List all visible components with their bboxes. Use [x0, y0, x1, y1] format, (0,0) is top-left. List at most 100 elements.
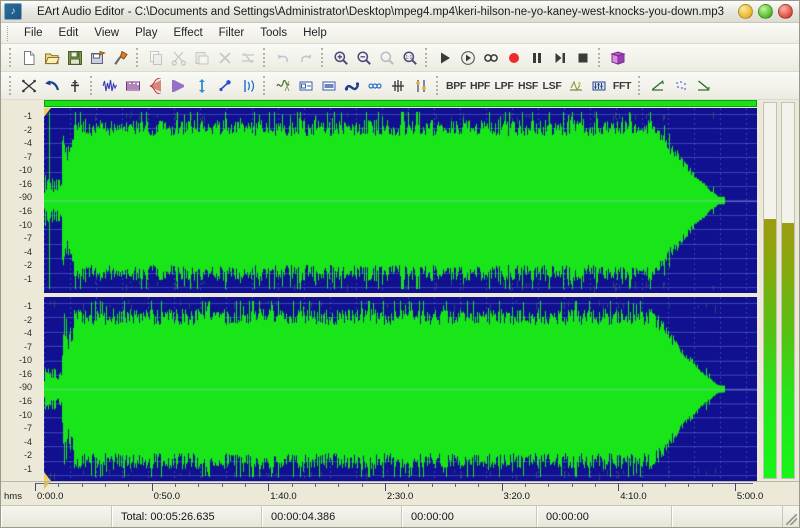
fade-out-icon[interactable]	[167, 74, 190, 97]
resize-grip-icon[interactable]	[783, 506, 799, 527]
menu-filter[interactable]: Filter	[211, 25, 253, 41]
fade-in-icon[interactable]	[144, 74, 167, 97]
flanger-icon[interactable]	[340, 74, 363, 97]
delete-x-icon[interactable]	[213, 46, 236, 69]
dither-icon[interactable]	[669, 74, 692, 97]
loop-infinity-icon[interactable]	[479, 46, 502, 69]
envelope-down-icon[interactable]	[692, 74, 715, 97]
time-ruler[interactable]: hms 0:00.0 0:50.0 1:40.0 2:30.0 3:20.0 4:10.0…	[1, 481, 799, 505]
zoom-full-icon[interactable]: 1:1	[398, 46, 421, 69]
waveform-right[interactable]	[44, 296, 757, 481]
menu-edit[interactable]: Edit	[51, 25, 87, 41]
db-tick-label: -90	[18, 192, 32, 203]
menu-effect[interactable]: Effect	[165, 25, 210, 41]
copy-icon[interactable]	[144, 46, 167, 69]
menu-view[interactable]: View	[86, 25, 127, 41]
play-icon[interactable]	[433, 46, 456, 69]
effects-toolbar-grip[interactable]	[9, 76, 13, 95]
zoom-selection-icon[interactable]	[375, 46, 398, 69]
chorus-icon[interactable]	[363, 74, 386, 97]
toolbar-grip[interactable]	[9, 48, 13, 67]
time-ruler-cursor[interactable]	[44, 482, 50, 489]
tools-hammer-icon[interactable]	[109, 46, 132, 69]
status-message	[1, 506, 112, 527]
waveform-left[interactable]	[44, 108, 757, 293]
db-tick-label: -10	[18, 165, 32, 176]
selection-bar[interactable]	[44, 100, 757, 107]
redo-arrow-icon[interactable]	[294, 46, 317, 69]
vibrato-icon[interactable]	[409, 74, 432, 97]
time-tick-label: 1:40.0	[270, 491, 297, 502]
play-circle-icon[interactable]	[456, 46, 479, 69]
pause-icon[interactable]	[525, 46, 548, 69]
band-pass-filter-button[interactable]: BPF	[444, 74, 468, 97]
time-tick-minor	[664, 483, 666, 487]
new-document-icon[interactable]	[17, 46, 40, 69]
silence-icon[interactable]	[63, 74, 86, 97]
low-shelf-filter-button[interactable]: LSF	[540, 74, 564, 97]
notch-filter-icon[interactable]	[564, 74, 587, 97]
low-pass-filter-button[interactable]: LPF	[492, 74, 516, 97]
menu-grip[interactable]	[7, 25, 10, 41]
db-tick-label: -10	[18, 219, 32, 230]
db-tick-label: -16	[18, 396, 32, 407]
invert-icon[interactable]	[386, 74, 409, 97]
time-tick-major	[151, 483, 153, 491]
time-tick-minor	[291, 483, 293, 487]
channel-left-pane[interactable]	[44, 108, 757, 293]
speed-icon[interactable]	[213, 74, 236, 97]
high-shelf-filter-button[interactable]: HSF	[516, 74, 540, 97]
open-folder-icon[interactable]	[40, 46, 63, 69]
high-pass-filter-button[interactable]: HPF	[468, 74, 492, 97]
title-bar: ♪ EArt Audio Editor - C:\Documents and S…	[1, 1, 799, 23]
vu-meter-left	[763, 102, 777, 479]
db-tick-label: -16	[18, 178, 32, 189]
menu-play[interactable]: Play	[127, 25, 165, 41]
echo-waves-icon[interactable]	[236, 74, 259, 97]
playhead-cursor-bottom[interactable]	[44, 472, 51, 481]
main-toolbar: 1:1	[1, 44, 799, 72]
time-tick-label: 5:00.0	[736, 491, 764, 502]
book-help-icon[interactable]	[606, 46, 629, 69]
playhead-cursor-top[interactable]	[44, 108, 51, 117]
menu-file[interactable]: File	[16, 25, 51, 41]
db-tick-label: -2	[23, 314, 32, 325]
mix-icon[interactable]	[17, 74, 40, 97]
equalizer-icon[interactable]	[587, 74, 610, 97]
fft-filter-button[interactable]: FFT	[610, 74, 634, 97]
stop-icon[interactable]	[571, 46, 594, 69]
toolbar-separator-2	[263, 48, 267, 67]
step-forward-icon[interactable]	[548, 46, 571, 69]
noise-reduce-icon[interactable]	[271, 74, 294, 97]
scissors-icon[interactable]	[167, 46, 190, 69]
envelope-up-icon[interactable]	[646, 74, 669, 97]
reverse-arrow-icon[interactable]	[40, 74, 63, 97]
save-as-icon[interactable]	[86, 46, 109, 69]
time-tick-minor	[431, 483, 433, 487]
menu-help[interactable]: Help	[295, 25, 335, 41]
effects-separator-4	[638, 76, 642, 95]
close-button[interactable]	[778, 4, 793, 19]
undo-arrow-icon[interactable]	[271, 46, 294, 69]
svg-text:1:1: 1:1	[405, 55, 412, 61]
db-tick-label: -10	[18, 409, 32, 420]
zoom-in-icon[interactable]	[329, 46, 352, 69]
record-icon[interactable]	[502, 46, 525, 69]
crop-region-icon[interactable]	[294, 74, 317, 97]
trim-icon[interactable]	[236, 46, 259, 69]
db-tick-label: -10	[18, 355, 32, 366]
compressor-icon[interactable]	[317, 74, 340, 97]
menu-tools[interactable]: Tools	[252, 25, 295, 41]
zoom-out-icon[interactable]	[352, 46, 375, 69]
db-tick-label: -16	[18, 206, 32, 217]
db-tick-label: -7	[23, 151, 32, 162]
floppy-save-icon[interactable]	[63, 46, 86, 69]
normalize-icon[interactable]	[121, 74, 144, 97]
time-tick-label: 2:30.0	[386, 491, 414, 502]
paste-icon[interactable]	[190, 46, 213, 69]
minimize-button[interactable]	[738, 4, 753, 19]
maximize-button[interactable]	[758, 4, 773, 19]
pitch-updown-icon[interactable]	[190, 74, 213, 97]
amplify-wave-icon[interactable]	[98, 74, 121, 97]
channel-right-pane[interactable]	[44, 296, 757, 481]
